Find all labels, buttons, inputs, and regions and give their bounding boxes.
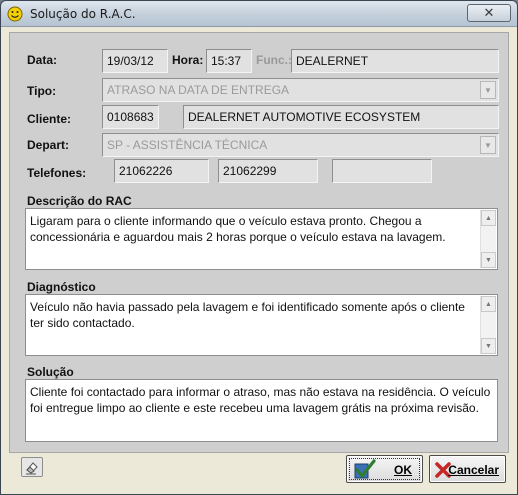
cliente-name-field[interactable]: DEALERNET AUTOMOTIVE ECOSYSTEM bbox=[183, 105, 499, 129]
scroll-up-icon[interactable]: ▲ bbox=[481, 296, 496, 312]
window-title: Solução do R.A.C. bbox=[30, 7, 136, 21]
descricao-textarea[interactable]: Ligaram para o cliente informando que o … bbox=[25, 208, 498, 270]
depart-label: Depart: bbox=[27, 138, 70, 152]
descricao-label: Descrição do RAC bbox=[27, 194, 132, 208]
data-label: Data: bbox=[27, 53, 58, 67]
scroll-up-icon[interactable]: ▲ bbox=[481, 210, 496, 226]
diagnostico-label: Diagnóstico bbox=[27, 280, 96, 294]
solucao-label: Solução bbox=[27, 365, 74, 379]
cancel-label: Cancelar bbox=[448, 463, 499, 477]
close-icon: ✕ bbox=[483, 5, 495, 20]
close-button[interactable]: ✕ bbox=[467, 4, 511, 22]
depart-select[interactable]: SP - ASSISTÊNCIA TÉCNICA ▼ bbox=[102, 133, 499, 157]
depart-value: SP - ASSISTÊNCIA TÉCNICA bbox=[107, 138, 268, 152]
descricao-scrollbar[interactable]: ▲ ▼ bbox=[480, 210, 496, 268]
eraser-button[interactable] bbox=[21, 457, 43, 477]
cancel-button[interactable]: Cancelar bbox=[429, 455, 506, 483]
scroll-down-icon[interactable]: ▼ bbox=[481, 338, 496, 354]
cliente-code-field[interactable]: 0108683 bbox=[102, 105, 159, 129]
telefone2-field[interactable]: 21062299 bbox=[218, 159, 318, 183]
telefone1-field[interactable]: 21062226 bbox=[114, 159, 209, 183]
func-field[interactable]: DEALERNET bbox=[291, 49, 499, 73]
cliente-label: Cliente: bbox=[27, 112, 72, 126]
hora-field[interactable]: 15:37 bbox=[206, 49, 252, 73]
descricao-text: Ligaram para o cliente informando que o … bbox=[30, 214, 446, 244]
title-bar[interactable]: Solução do R.A.C. ✕ bbox=[1, 1, 517, 27]
func-label: Func.: bbox=[256, 53, 292, 67]
telefone3-field[interactable] bbox=[332, 159, 432, 183]
diagnostico-text: Veículo não havia passado pela lavagem e… bbox=[30, 300, 465, 330]
telefones-label: Telefones: bbox=[27, 166, 87, 180]
tipo-select[interactable]: ATRASO NA DATA DE ENTREGA ▼ bbox=[102, 78, 499, 102]
smiley-icon bbox=[7, 6, 23, 22]
dropdown-arrow-icon[interactable]: ▼ bbox=[480, 81, 496, 99]
check-icon bbox=[354, 459, 376, 479]
eraser-icon bbox=[26, 462, 38, 475]
tipo-value: ATRASO NA DATA DE ENTREGA bbox=[107, 83, 290, 97]
solucao-textarea[interactable]: Cliente foi contactado para informar o a… bbox=[25, 379, 498, 442]
tipo-label: Tipo: bbox=[27, 84, 57, 98]
ok-button[interactable]: OK bbox=[346, 455, 423, 483]
dialog-window: Solução do R.A.C. ✕ Data: 19/03/12 Hora:… bbox=[0, 0, 518, 495]
ok-label: OK bbox=[394, 463, 412, 477]
scroll-down-icon[interactable]: ▼ bbox=[481, 252, 496, 268]
data-field[interactable]: 19/03/12 bbox=[102, 49, 168, 73]
diagnostico-scrollbar[interactable]: ▲ ▼ bbox=[480, 296, 496, 354]
dropdown-arrow-icon[interactable]: ▼ bbox=[480, 136, 496, 154]
diagnostico-textarea[interactable]: Veículo não havia passado pela lavagem e… bbox=[25, 294, 498, 356]
hora-label: Hora: bbox=[172, 53, 204, 67]
